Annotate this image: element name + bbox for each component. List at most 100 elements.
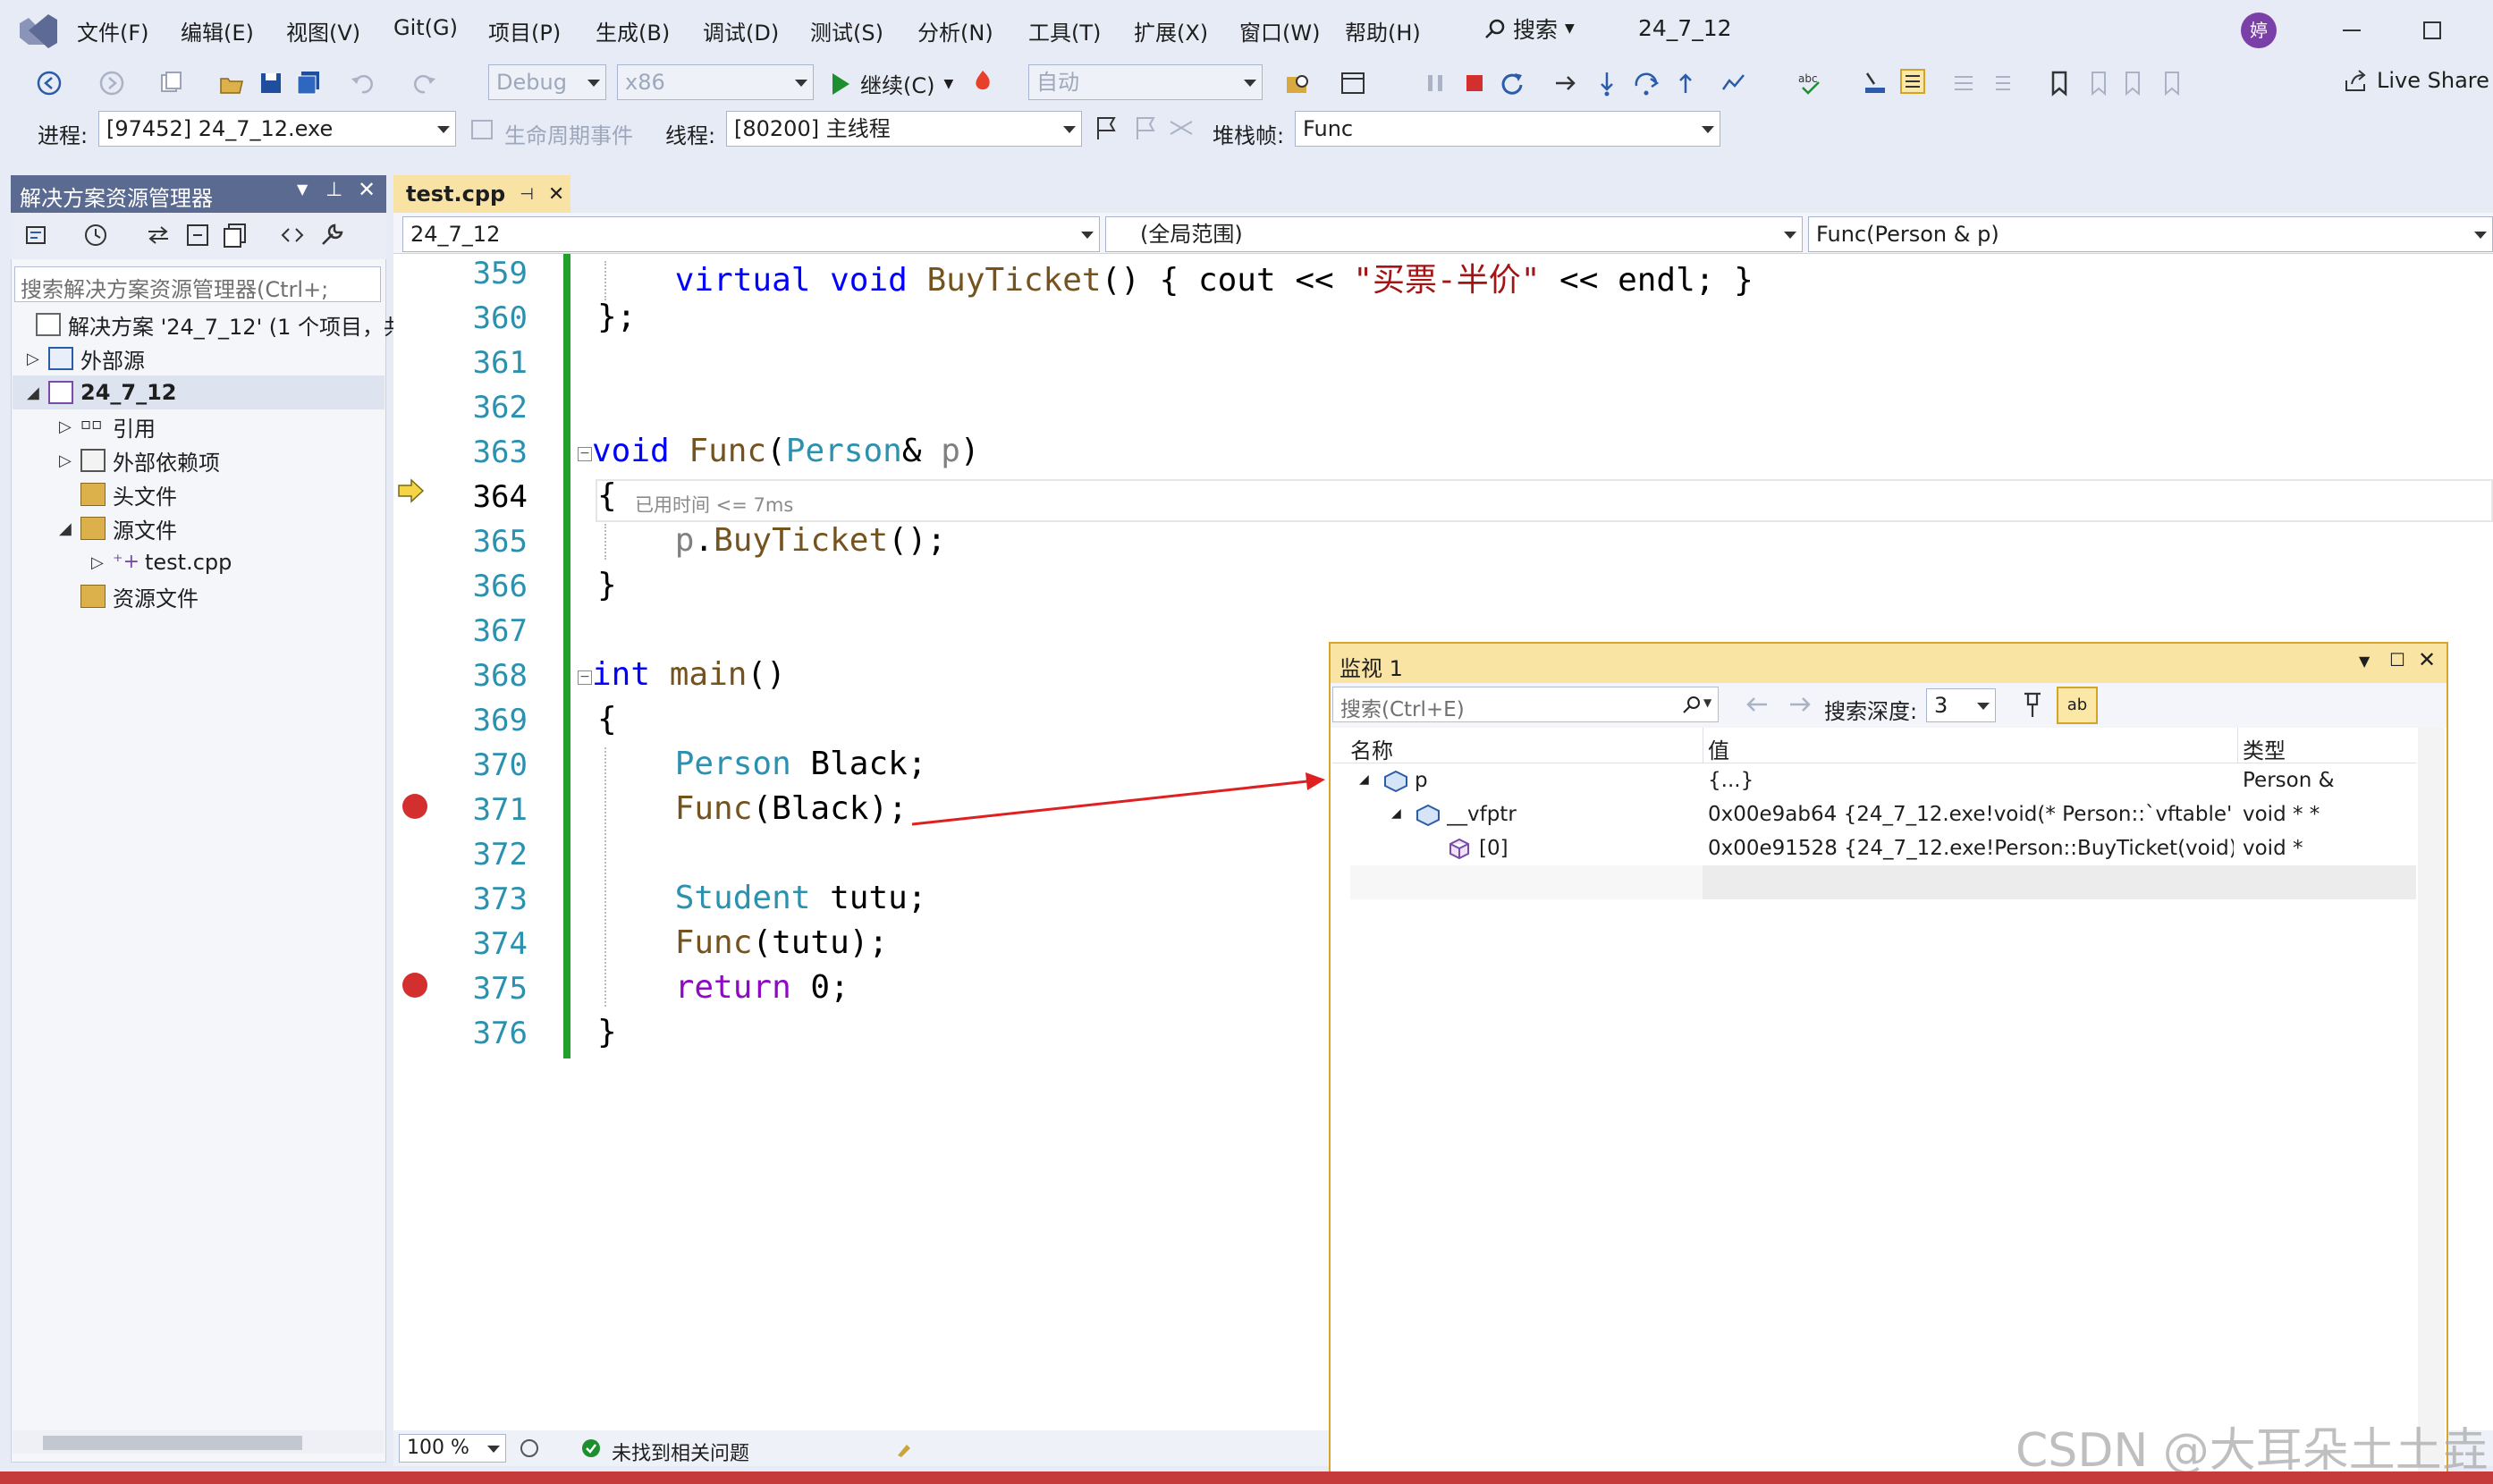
step-out-icon[interactable] <box>1672 70 1699 97</box>
pin-icon[interactable]: ⊥ <box>325 179 342 201</box>
restart-icon[interactable] <box>1499 70 1525 97</box>
menu-window[interactable]: 窗口(W) <box>1239 15 1320 46</box>
tree-item-references[interactable]: ▷ ▫▫ 引用 <box>59 409 156 443</box>
chevron-down-icon[interactable]: ▼ <box>2359 653 2370 670</box>
process-select[interactable]: [97452] 24_7_12.exe <box>98 111 456 147</box>
avatar[interactable]: 婷 <box>2241 13 2277 48</box>
auto-select[interactable]: 自动 <box>1028 64 1263 100</box>
function-nav-select[interactable]: Func(Person & p) <box>1808 216 2493 252</box>
back-icon[interactable] <box>36 70 63 97</box>
maximize-icon[interactable] <box>2414 13 2450 48</box>
chevron-right-icon[interactable]: ▷ <box>27 350 48 368</box>
sync-icon[interactable] <box>145 222 172 249</box>
live-share-button[interactable]: Live Share <box>2343 68 2489 93</box>
search-depth-select[interactable]: 3 <box>1926 688 1996 722</box>
step-over-icon[interactable] <box>1633 70 1660 97</box>
indent-icon[interactable] <box>1987 70 2014 97</box>
bookmark-icon[interactable] <box>2046 70 2073 97</box>
prev-bookmark-icon[interactable] <box>2083 70 2110 97</box>
minimize-icon[interactable] <box>2334 13 2370 48</box>
menu-project[interactable]: 项目(P) <box>488 15 561 46</box>
tree-item-test-cpp[interactable]: ▷ ⁺+ test.cpp <box>91 545 232 579</box>
menu-git[interactable]: Git(G) <box>393 15 458 40</box>
diagnostic-tools-icon[interactable] <box>1720 70 1747 97</box>
column-type-header[interactable]: 类型 <box>2243 733 2286 764</box>
code-view-icon[interactable] <box>279 222 306 249</box>
close-icon[interactable]: ✕ <box>2418 647 2436 672</box>
collapse-icon[interactable]: − <box>578 670 592 685</box>
watch-row[interactable]: [0] 0x00e91528 {24_7_12.exe!Person::BuyT… <box>1332 831 2416 865</box>
pin-icon[interactable]: ⊣ <box>520 185 534 204</box>
hot-reload-icon[interactable] <box>969 68 996 95</box>
maximize-icon[interactable]: ☐ <box>2389 649 2405 670</box>
next-bookmark-icon[interactable] <box>2121 70 2148 97</box>
tree-item-source-files[interactable]: ◢ 源文件 <box>59 511 177 545</box>
issues-status[interactable]: 未找到相关问题 <box>612 1438 749 1466</box>
collapse-icon[interactable]: − <box>578 447 592 461</box>
tree-item-external-deps[interactable]: ▷ 外部依赖项 <box>59 443 220 477</box>
chevron-down-icon[interactable]: ▼ <box>1703 696 1711 709</box>
show-next-statement-icon[interactable] <box>1552 70 1579 97</box>
home-icon[interactable] <box>23 222 50 249</box>
watch-search-input[interactable]: 搜索(Ctrl+E) ▼ <box>1332 687 1719 722</box>
menu-tools[interactable]: 工具(T) <box>1028 15 1101 46</box>
tab-test-cpp[interactable]: test.cpp ⊣ ✕ <box>393 175 570 213</box>
close-icon[interactable]: ✕ <box>358 177 376 202</box>
lifecycle-events-button[interactable]: 生命周期事件 <box>504 118 633 149</box>
undo-icon[interactable] <box>349 70 376 97</box>
column-name-header[interactable]: 名称 <box>1350 733 1393 764</box>
chevron-right-icon[interactable]: ▷ <box>91 553 113 572</box>
window-layout-icon[interactable] <box>1339 70 1366 97</box>
toggle-line-icon[interactable] <box>1862 70 1889 97</box>
stop-icon[interactable] <box>1461 70 1488 97</box>
breakpoint-icon[interactable] <box>402 794 427 819</box>
hex-display-icon[interactable]: ab <box>2057 687 2098 724</box>
scrollbar-thumb[interactable] <box>43 1436 302 1450</box>
menu-help[interactable]: 帮助(H) <box>1345 15 1421 46</box>
menu-debug[interactable]: 调试(D) <box>703 15 779 46</box>
thread-select[interactable]: [80200] 主线程 <box>726 111 1082 147</box>
menu-edit[interactable]: 编辑(E) <box>181 15 254 46</box>
menu-analyze[interactable]: 分析(N) <box>917 15 993 46</box>
comment-toggle-icon[interactable] <box>1899 68 1926 95</box>
search-icon[interactable] <box>1682 695 1702 714</box>
tree-item-header-files[interactable]: 头文件 <box>80 477 177 511</box>
pin-icon[interactable] <box>2019 690 2046 719</box>
stack-frame-select[interactable]: Func <box>1295 111 1720 147</box>
tree-item-project[interactable]: ◢ 24_7_12 <box>27 375 177 409</box>
solution-search-input[interactable]: 搜索解决方案资源管理器(Ctrl+; <box>14 266 381 302</box>
brush-icon[interactable] <box>894 1438 917 1459</box>
close-icon[interactable]: ✕ <box>548 183 564 206</box>
properties-wrench-icon[interactable] <box>318 222 345 249</box>
show-all-files-icon[interactable] <box>222 222 249 249</box>
zoom-select[interactable]: 100 % <box>399 1434 506 1463</box>
redo-icon[interactable] <box>411 70 438 97</box>
watch-row[interactable]: ◢ p {...} Person & <box>1332 763 2416 797</box>
column-value-header[interactable]: 值 <box>1708 733 1729 764</box>
outdent-icon[interactable] <box>1949 70 1976 97</box>
arrow-left-icon[interactable] <box>1744 692 1770 717</box>
new-project-icon[interactable] <box>157 70 184 97</box>
scope-nav-select[interactable]: (全局范围) <box>1105 216 1803 252</box>
watch-row[interactable]: ◢ __vfptr 0x00e9ab64 {24_7_12.exe!void(*… <box>1332 797 2416 831</box>
spell-check-icon[interactable]: abc <box>1797 70 1824 97</box>
code-cleanup-icon[interactable] <box>519 1438 540 1459</box>
save-icon[interactable] <box>258 70 284 97</box>
save-all-icon[interactable] <box>295 70 322 97</box>
tree-item-resource-files[interactable]: 资源文件 <box>80 579 199 613</box>
expand-icon[interactable]: ◢ <box>1359 772 1369 787</box>
tree-item-solution[interactable]: 解决方案 '24_7_12' (1 个项目，共 <box>36 308 405 341</box>
watch-row-empty[interactable] <box>1332 865 2416 899</box>
history-icon[interactable] <box>82 222 109 249</box>
continue-button[interactable]: 继续(C) ▼ <box>830 68 953 99</box>
menu-test[interactable]: 测试(S) <box>810 15 883 46</box>
chevron-down-icon[interactable]: ◢ <box>59 519 80 538</box>
new-watch-name-cell[interactable] <box>1350 865 1703 899</box>
vertical-scrollbar[interactable] <box>2418 728 2445 1484</box>
tree-item-external-sources[interactable]: ▷ 外部源 <box>27 341 145 375</box>
menu-build[interactable]: 生成(B) <box>596 15 670 46</box>
chevron-down-icon[interactable]: ◢ <box>27 384 48 402</box>
expand-icon[interactable]: ◢ <box>1391 806 1401 821</box>
forward-icon[interactable] <box>98 70 125 97</box>
show-threads-icon[interactable] <box>1168 114 1195 141</box>
